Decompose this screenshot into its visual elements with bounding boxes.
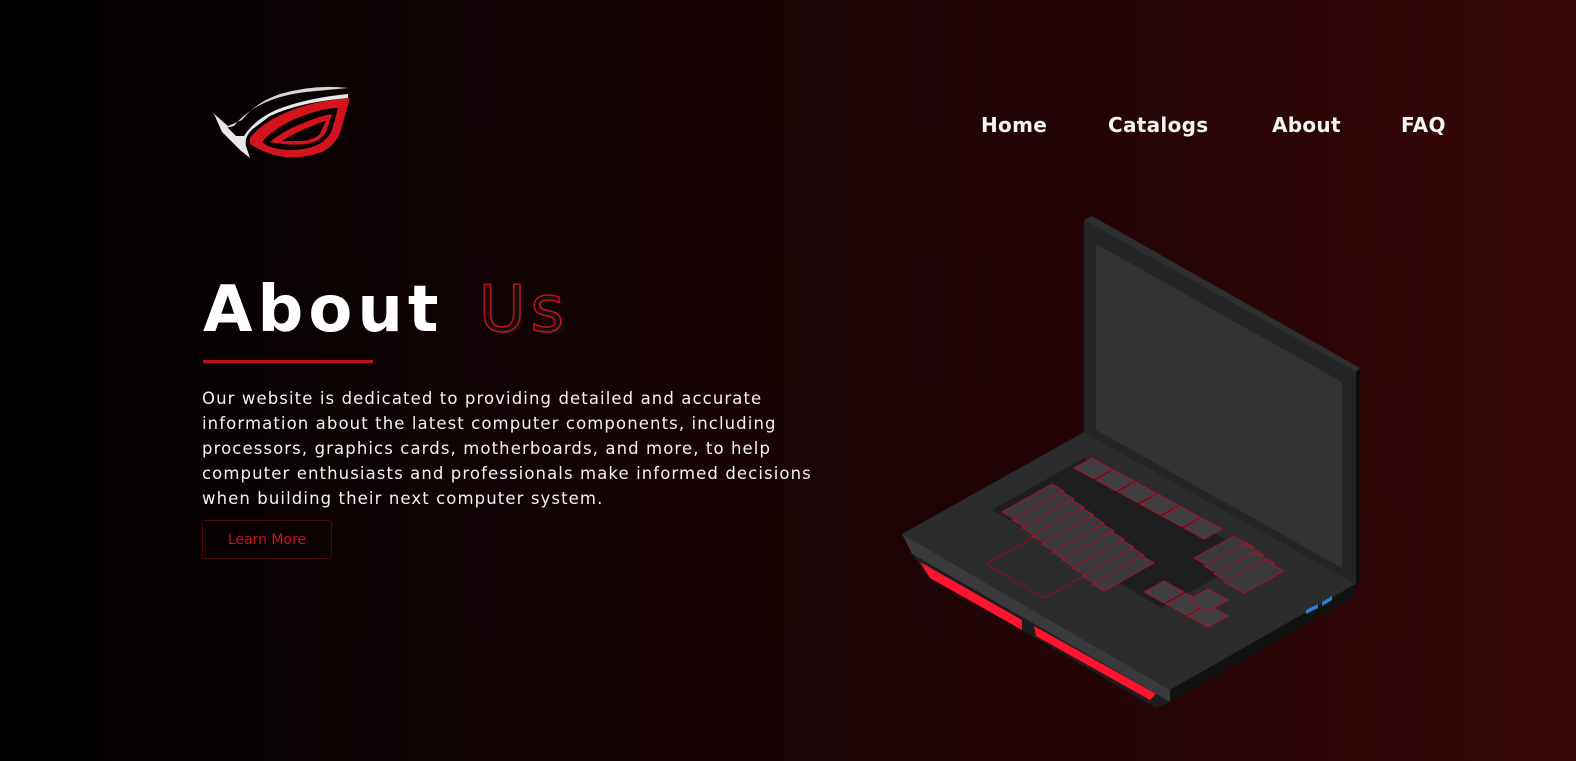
nav-faq[interactable]: FAQ <box>1401 113 1446 137</box>
nav-about[interactable]: About <box>1272 113 1341 137</box>
title-primary: About <box>203 273 444 347</box>
page-title: About Us <box>203 277 569 343</box>
rog-logo-icon[interactable] <box>210 86 352 162</box>
gaming-laptop-illustration <box>902 216 1360 708</box>
title-underline <box>203 360 373 363</box>
nav-home[interactable]: Home <box>981 113 1047 137</box>
title-accent: Us <box>478 273 569 347</box>
about-description: Our website is dedicated to providing de… <box>202 389 812 508</box>
nav-catalogs[interactable]: Catalogs <box>1108 113 1208 137</box>
learn-more-button[interactable]: Learn More <box>202 520 332 559</box>
